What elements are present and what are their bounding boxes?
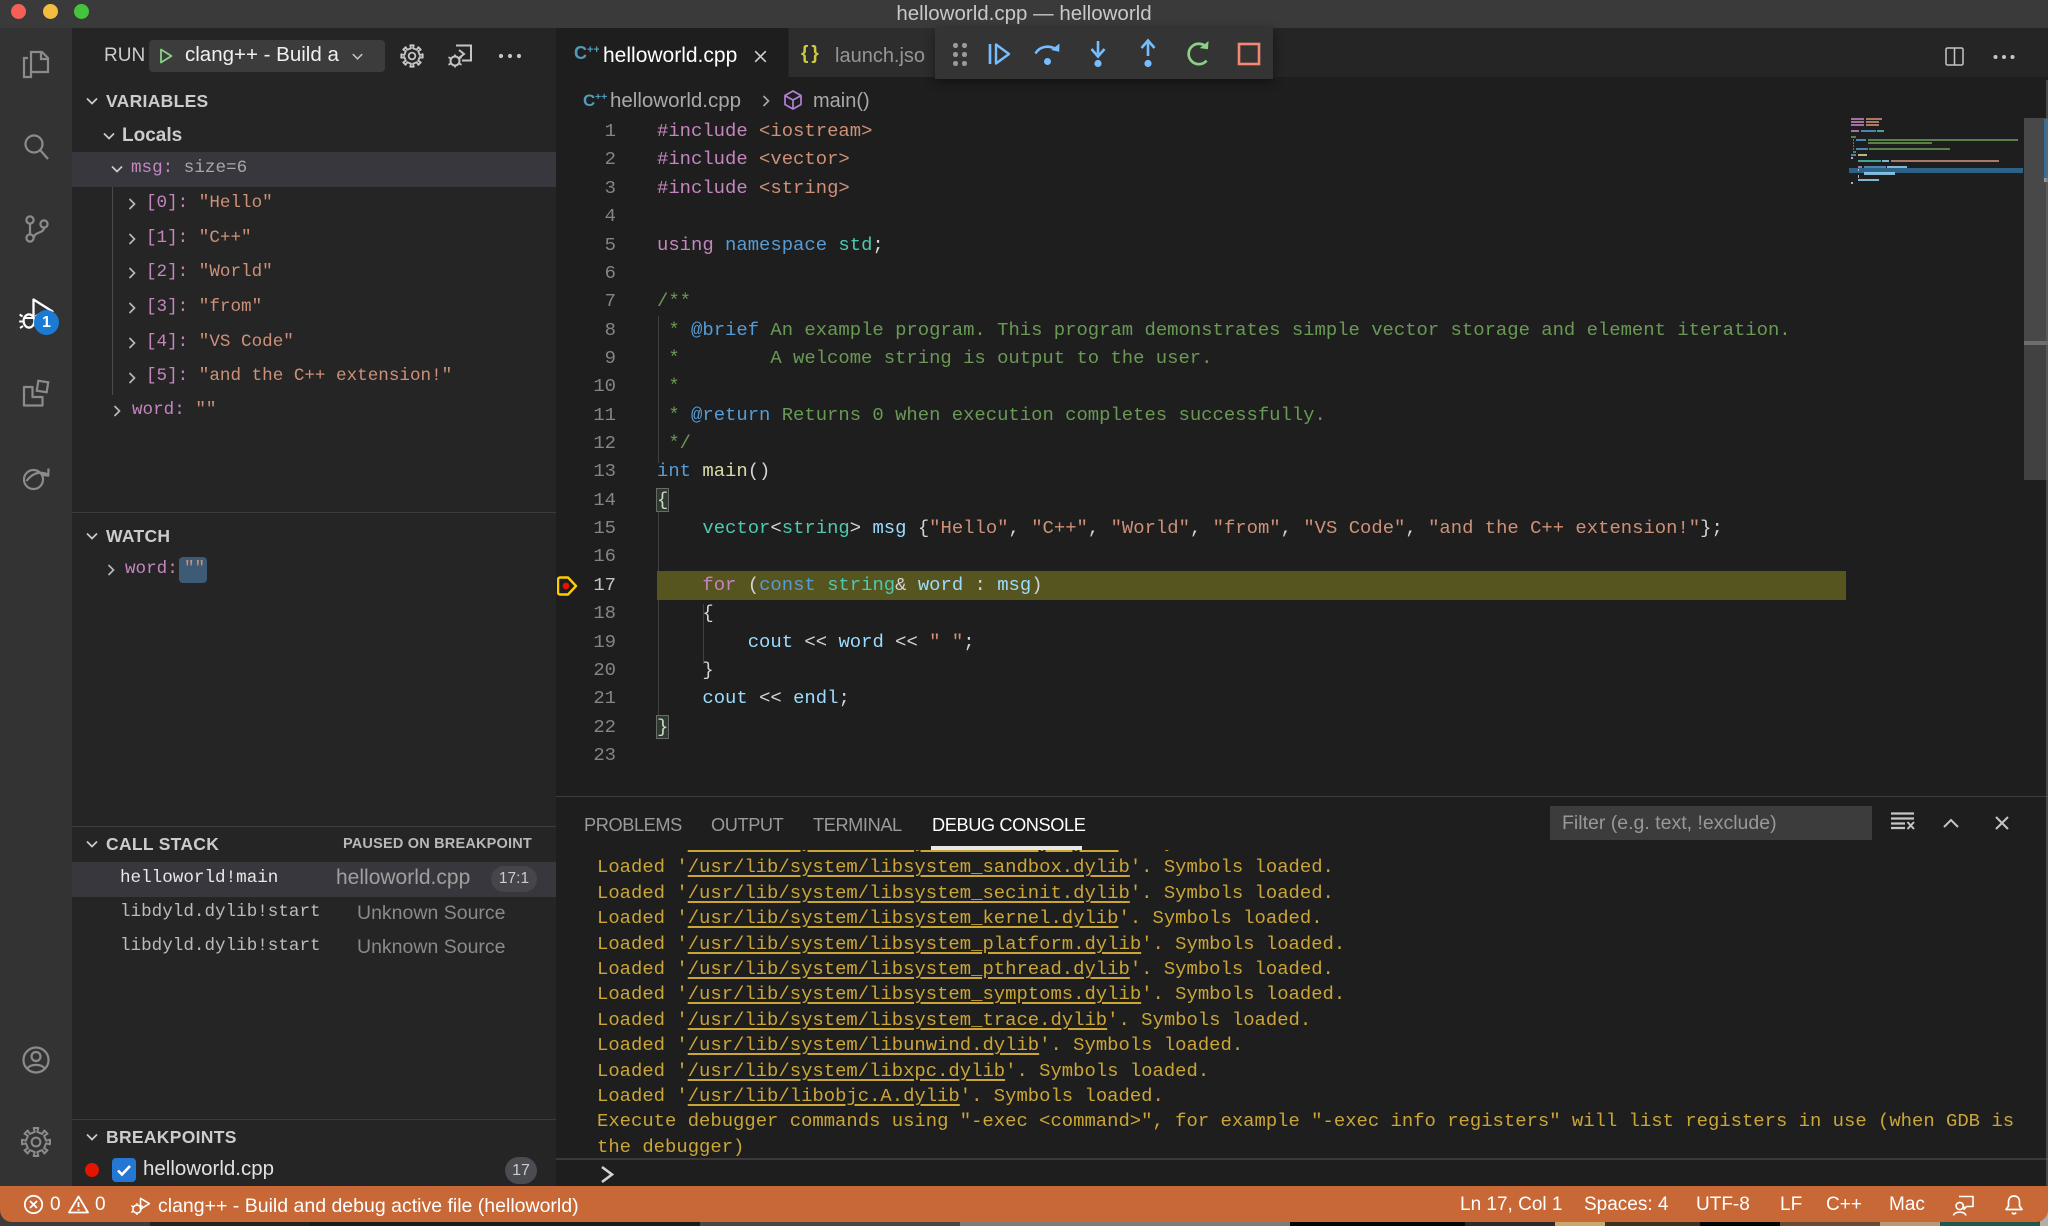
svg-text:C: C: [583, 91, 595, 110]
svg-text:++: ++: [587, 44, 599, 56]
svg-text:++: ++: [595, 91, 607, 103]
svg-text:C: C: [574, 43, 587, 63]
